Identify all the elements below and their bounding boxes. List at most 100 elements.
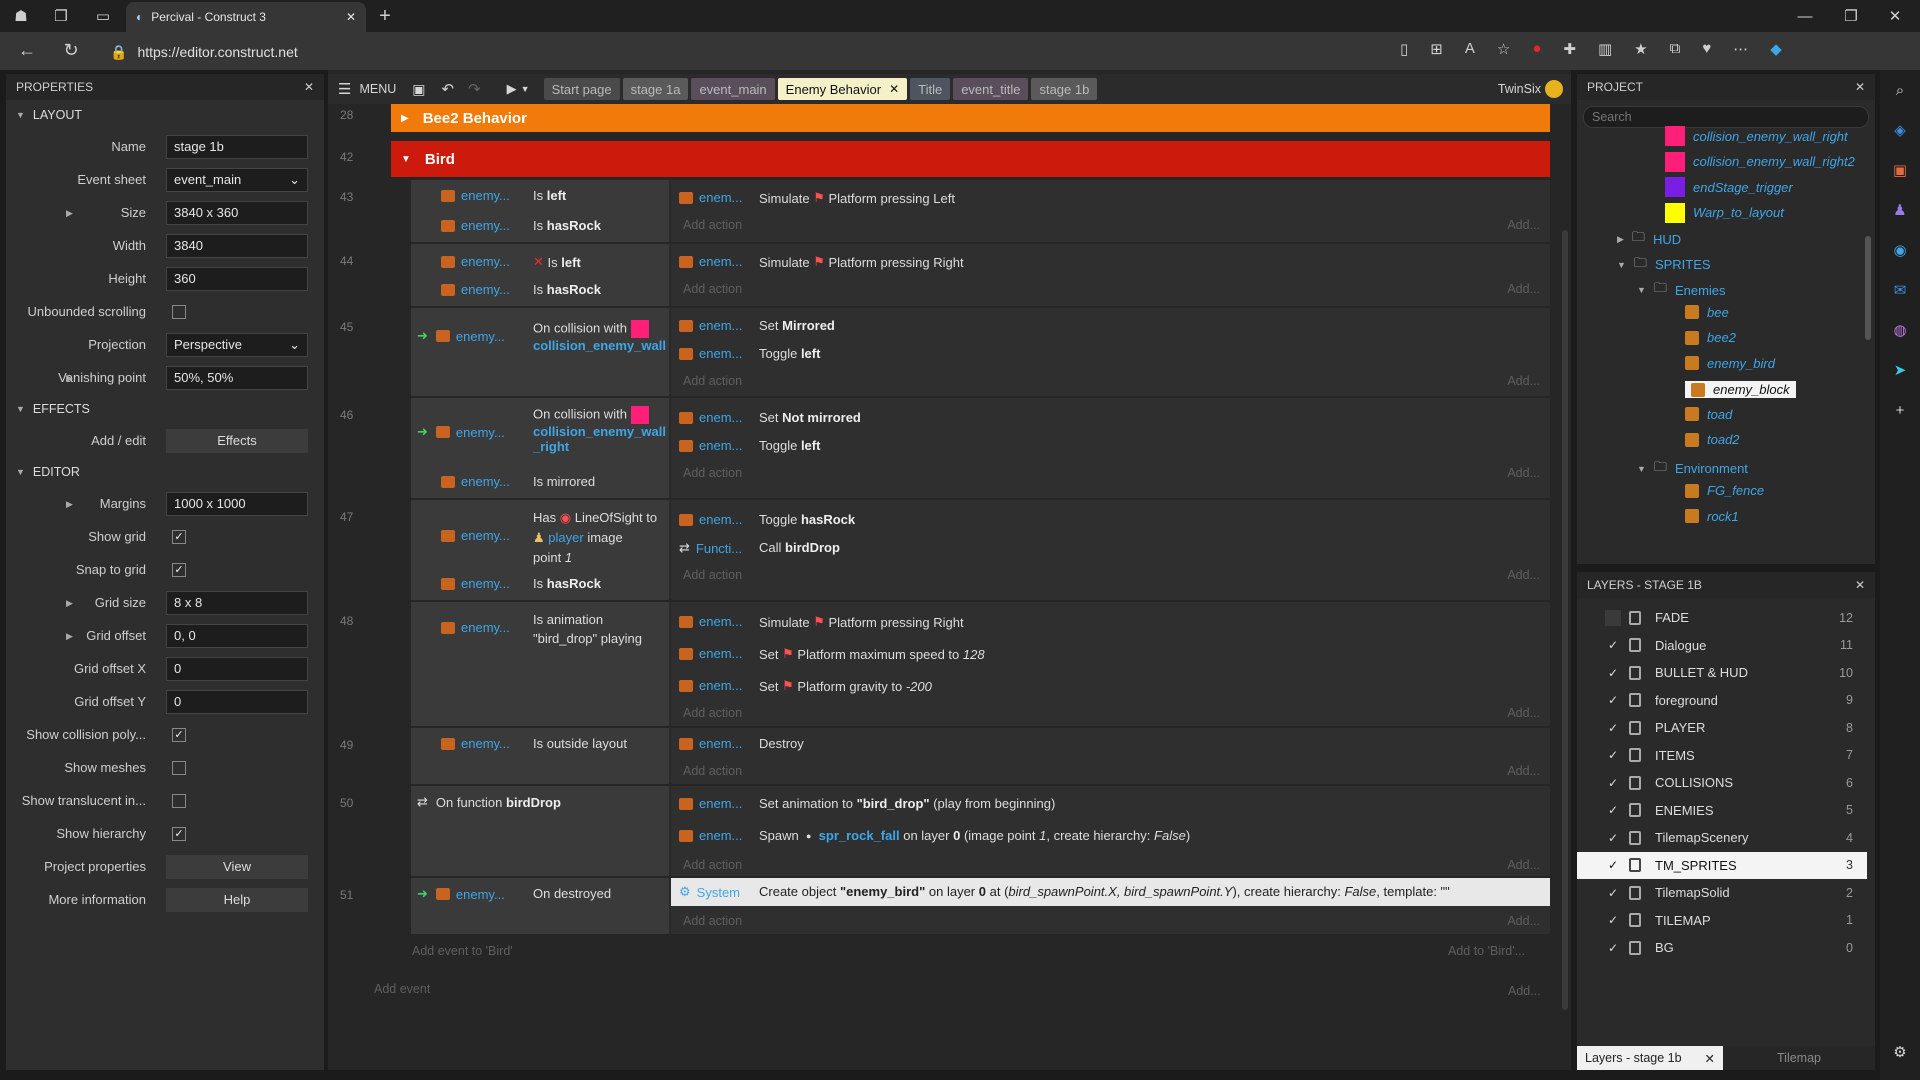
property-button[interactable]: Effects (166, 428, 308, 453)
add-event-to-group-link[interactable]: Add event to 'Bird' (412, 944, 513, 958)
split-screen-icon[interactable]: ▥ (1598, 40, 1612, 58)
action-row[interactable]: enem... (679, 828, 742, 843)
copilot-icon[interactable]: ◆ (1770, 40, 1782, 58)
expand-arrow-icon[interactable]: ▶ (66, 499, 73, 510)
actions[interactable]: enem... Set animation to "bird_drop" (pl… (671, 786, 1550, 876)
condition-row[interactable]: enemy... (441, 282, 510, 297)
extension-red-icon[interactable]: ● (1532, 40, 1541, 58)
property-input[interactable]: 8 x 8 (166, 590, 308, 615)
action-row[interactable]: enem... (679, 736, 742, 751)
property-checkbox[interactable]: ✓ (172, 529, 186, 544)
condition-text[interactable]: Is hasRock (533, 576, 601, 591)
outlook-icon[interactable]: ✉ (1880, 270, 1920, 310)
conditions[interactable]: enemy... Has ◉ LineOfSight to ♟ player i… (411, 500, 669, 600)
search-icon[interactable]: ⌕ (1880, 70, 1920, 110)
property-button[interactable]: Help (166, 887, 308, 912)
actions[interactable]: enem... Set Mirrored enem... Toggle left… (671, 308, 1550, 396)
lock-icon[interactable] (1629, 858, 1641, 872)
layer-row-collisions[interactable]: ✓ COLLISIONS 6 (1577, 769, 1867, 796)
layer-visible-checkbox[interactable]: ✓ (1605, 637, 1621, 653)
layer-row-enemies[interactable]: ✓ ENEMIES 5 (1577, 797, 1867, 824)
project-item-hud[interactable]: ▶ 🗀 HUD (1617, 228, 1681, 250)
project-item-bee[interactable]: bee (1685, 305, 1729, 320)
property-checkbox[interactable]: ✓ (172, 826, 186, 841)
chevron-down-icon[interactable]: ▼ (1637, 285, 1646, 295)
event-47[interactable]: enemy... Has ◉ LineOfSight to ♟ player i… (411, 500, 1550, 600)
expand-arrow-icon[interactable]: ▶ (401, 113, 409, 124)
add-more-link[interactable]: Add... (1508, 984, 1541, 998)
group-bird[interactable]: ▼ Bird (391, 141, 1550, 177)
layer-row-tilemapscenery[interactable]: ✓ TilemapScenery 4 (1577, 824, 1867, 851)
sheet-tab[interactable]: Title (910, 78, 951, 100)
new-tab-icon[interactable]: + (370, 2, 400, 30)
section-effects[interactable]: ▼ EFFECTS (6, 394, 324, 424)
layer-row-items[interactable]: ✓ ITEMS 7 (1577, 742, 1867, 769)
add-more-link[interactable]: Add... (1507, 706, 1540, 720)
project-item-enemy-bird[interactable]: enemy_bird (1685, 356, 1775, 371)
conditions[interactable]: enemy... Is outside layout (411, 728, 669, 784)
office-icon[interactable]: ◉ (1880, 230, 1920, 270)
condition-row[interactable]: enemy... (441, 188, 510, 203)
layer-visible-checkbox[interactable]: ✓ (1605, 885, 1621, 901)
close-icon[interactable]: ✕ (1705, 1051, 1715, 1066)
actions[interactable]: enem... Set Not mirrored enem... Toggle … (671, 398, 1550, 498)
layer-row-bullet-hud[interactable]: ✓ BULLET & HUD 10 (1577, 659, 1867, 686)
event-48[interactable]: enemy... Is animation "bird_drop" playin… (411, 602, 1550, 726)
tab-actions-icon[interactable]: ▭ (88, 2, 118, 30)
lock-icon[interactable] (1629, 693, 1641, 707)
user-name[interactable]: TwinSix (1498, 82, 1541, 96)
property-input[interactable]: 0 (166, 656, 308, 681)
add-sidebar-icon[interactable]: + (1880, 390, 1920, 430)
sheet-tab[interactable]: Start page (543, 78, 620, 100)
condition-row[interactable]: enemy... (441, 528, 510, 543)
condition-text[interactable]: Is animation "bird_drop" playing (533, 610, 642, 648)
layer-row-tilemap[interactable]: ✓ TILEMAP 1 (1577, 907, 1867, 934)
lock-icon[interactable] (1629, 638, 1641, 652)
property-checkbox[interactable] (172, 760, 186, 775)
condition-row[interactable]: enemy... (441, 576, 510, 591)
chevron-down-icon[interactable]: ▼ (1637, 464, 1646, 474)
layer-visible-checkbox[interactable] (1605, 609, 1621, 626)
play-dropdown-icon[interactable]: ▼ (521, 84, 530, 94)
layer-visible-checkbox[interactable]: ✓ (1605, 720, 1621, 736)
action-row[interactable]: enem... (679, 254, 742, 269)
section-layout[interactable]: ▼ LAYOUT (6, 100, 324, 130)
action-row[interactable]: enem... (679, 438, 742, 453)
collections-icon[interactable]: ⧉ (1670, 40, 1681, 58)
search-input[interactable] (1583, 106, 1869, 128)
lock-icon[interactable] (1629, 748, 1641, 762)
action-text[interactable]: Call birdDrop (759, 540, 840, 555)
condition-row[interactable]: enemy... (441, 218, 510, 233)
layer-visible-checkbox[interactable]: ✓ (1605, 857, 1621, 873)
lock-icon[interactable] (1629, 665, 1641, 680)
action-row[interactable]: enem... (679, 410, 742, 425)
save-icon[interactable]: ▣ (412, 81, 425, 98)
action-row[interactable]: enem... (679, 646, 742, 661)
editor-scrollbar[interactable] (1562, 230, 1568, 1010)
settings-icon[interactable]: ⚙ (1880, 1032, 1920, 1072)
property-input[interactable]: 1000 x 1000 (166, 491, 308, 516)
minimize-icon[interactable]: — (1790, 2, 1820, 30)
add-action-link[interactable]: Add action (683, 764, 742, 778)
layer-row-bg[interactable]: ✓ BG 0 (1577, 934, 1867, 961)
property-checkbox[interactable] (172, 304, 186, 319)
lock-icon[interactable] (1629, 610, 1641, 625)
property-input[interactable]: 0 (166, 689, 308, 714)
project-item-rock1[interactable]: rock1 (1685, 509, 1739, 524)
layer-row-fade[interactable]: FADE 12 (1577, 604, 1867, 631)
action-text[interactable]: Set Not mirrored (759, 410, 861, 425)
layer-visible-checkbox[interactable]: ✓ (1605, 912, 1621, 928)
property-input[interactable]: 3840 x 360 (166, 200, 308, 225)
action-text[interactable]: Set ⚑ Platform gravity to -200 (759, 678, 932, 694)
conditions[interactable]: ➜ enemy... On collision with collision_en… (411, 398, 669, 498)
tools-icon[interactable]: ▣ (1880, 150, 1920, 190)
condition-text[interactable]: On collision with collision_enemy_wall (533, 320, 666, 353)
action-text[interactable]: Simulate ⚑ Platform pressing Left (759, 190, 955, 206)
favorite-icon[interactable]: ☆ (1497, 40, 1510, 58)
project-item-sprites[interactable]: ▼ 🗀 SPRITES (1617, 254, 1711, 276)
lock-icon[interactable] (1629, 775, 1641, 790)
conditions[interactable]: ➜ enemy... On destroyed (411, 878, 669, 934)
condition-text[interactable]: On collision with collision_enemy_wall _… (533, 406, 666, 454)
condition-text[interactable]: ⇄ On function birdDrop (417, 794, 561, 810)
add-action-link[interactable]: Add action (683, 282, 742, 296)
